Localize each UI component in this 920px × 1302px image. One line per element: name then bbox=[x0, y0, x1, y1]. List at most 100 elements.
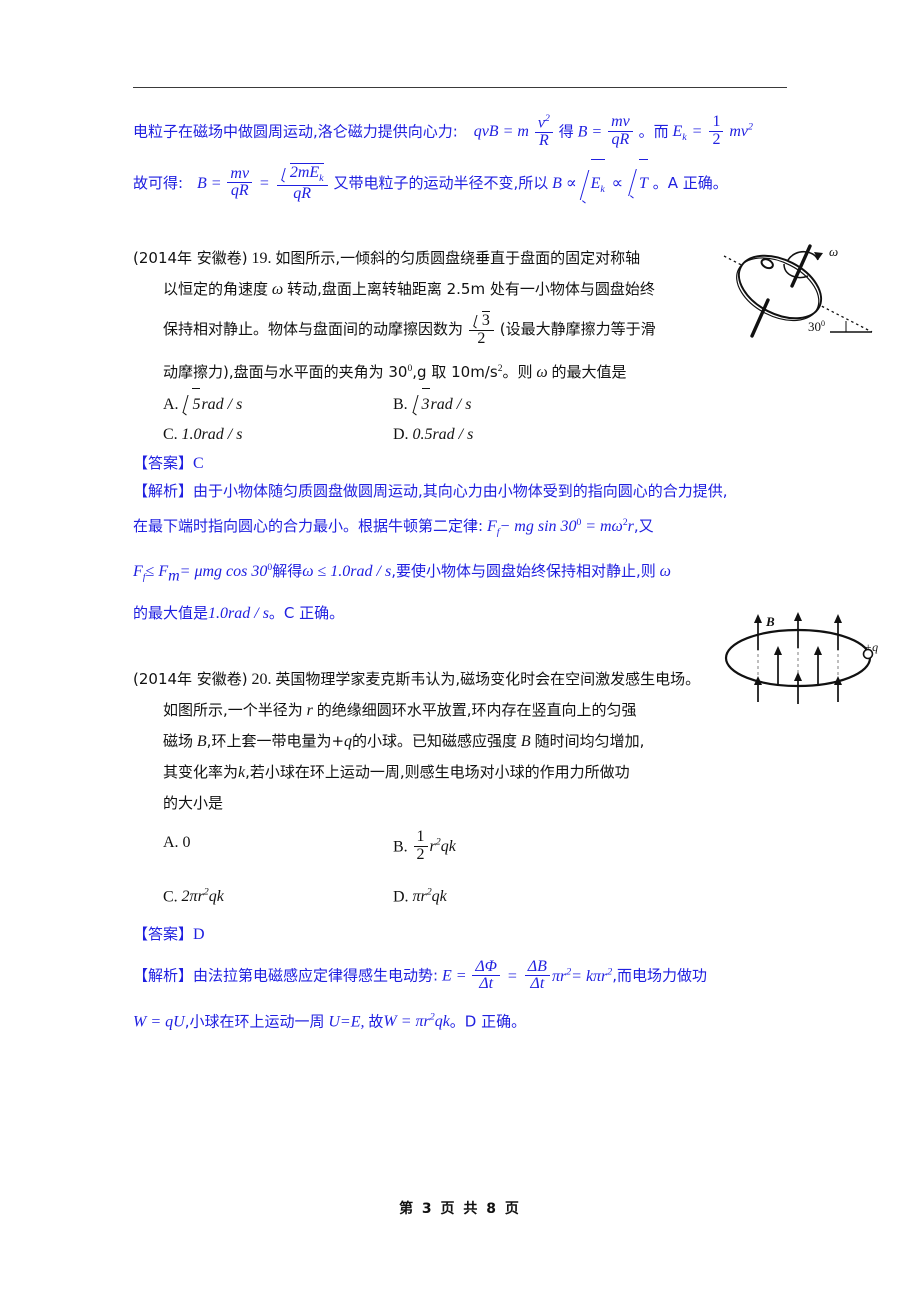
omega-symbol-3: ω bbox=[659, 563, 671, 581]
analysis-text-1: 由于小物体随匀质圆盘做圆周运动,其向心力由小物体受到的指向圆心的合力提供, bbox=[193, 481, 728, 500]
frac-denominator: 2 bbox=[416, 845, 425, 863]
sqrt-T: T bbox=[630, 158, 648, 207]
choice-label: D. bbox=[393, 425, 409, 443]
q20-stem-line-1: (2014年 安徽卷) 20. 英国物理学家麦克斯韦认为,磁场变化时会在空间激发… bbox=[133, 664, 788, 695]
analysis-text-2: 在最下端时指向圆心的合力最小。根据牛顿第二定律: bbox=[133, 517, 484, 536]
sqrt-symbol: 5 bbox=[183, 387, 201, 420]
q20-choice-B[interactable]: B. 1 2 r2qk bbox=[393, 819, 623, 871]
figure-tilted-rotating-disk: ω 300 bbox=[722, 232, 888, 350]
q20-stem-text-2b: 的绝缘细圆环水平放置,环内存在竖直向上的匀强 bbox=[316, 700, 637, 719]
choice-label: B. bbox=[393, 395, 408, 413]
frac-denominator: Δt bbox=[530, 975, 545, 993]
q19-stem-line-1: (2014年 安徽卷) 19. 如图所示,一倾斜的匀质圆盘绕垂直于盘面的固定对称… bbox=[133, 243, 788, 274]
analysis-conclusion: 。D 正确。 bbox=[449, 1011, 527, 1030]
work-result: W = πr2qk bbox=[383, 1011, 450, 1030]
frac-numerator: 2mEk bbox=[276, 163, 328, 186]
analysis-text-3b: ,要使小物体与圆盘始终保持相对静止,则 bbox=[391, 562, 656, 581]
q20-stem-text-3a: 磁场 bbox=[163, 731, 194, 750]
newton-equation-rhs: = mω bbox=[585, 518, 623, 536]
q20-stem-line-4: 其变化率为k,若小球在环上运动一周,则感生电场对小球的作用力所做功 bbox=[133, 757, 788, 788]
charge-label: +q bbox=[864, 640, 878, 654]
equals-sign: = bbox=[692, 123, 702, 141]
document-page: 电粒子在磁场中做圆周运动,洛仑磁力提供向心力: qvB = m v2 R 得 B… bbox=[0, 0, 920, 1302]
angle-label: 300 bbox=[808, 319, 825, 334]
q20-stem-text-3b: ,环上套一带电量为+ bbox=[206, 731, 345, 750]
q19-analysis-line-2: 在最下端时指向圆心的合力最小。根据牛顿第二定律: Ff− mg sin 300 … bbox=[133, 506, 788, 550]
analysis-label: 【解析】 bbox=[133, 481, 194, 500]
charge-symbol: q bbox=[344, 732, 353, 750]
q19-stem-text-1: 如图所示,一倾斜的匀质圆盘绕垂直于盘面的固定对称轴 bbox=[275, 248, 641, 267]
q20-stem-line-5: 的大小是 bbox=[133, 788, 788, 819]
prev-solution-line-1: 电粒子在磁场中做圆周运动,洛仑磁力提供向心力: qvB = m v2 R 得 B… bbox=[133, 108, 788, 159]
q20-stem-text-3c: 的小球。已知磁感应强度 bbox=[352, 731, 518, 750]
prev-solution-line-2: 故可得: B = mv qR = 2mEk qR 又带电粒子的运动半径不变,所以… bbox=[133, 158, 788, 213]
frac-denominator: qR bbox=[230, 182, 249, 200]
choice-label: B. bbox=[393, 837, 408, 855]
magnetic-field-symbol-2: B bbox=[520, 732, 531, 750]
frac-numerator: mv bbox=[227, 165, 253, 184]
q20-choices-row-1: A. 0 B. 1 2 r2qk bbox=[133, 819, 788, 871]
choice-expression: πr2qk bbox=[412, 886, 447, 906]
q19-stem-text-3a: 保持相对静止。物体与盘面间的动摩擦因数为 bbox=[163, 319, 464, 338]
choice-label: C. bbox=[163, 425, 178, 443]
analysis-text-4a: 的最大值是 bbox=[133, 603, 209, 622]
frac-numerator: v2 bbox=[534, 113, 553, 133]
analysis-label: 【解析】 bbox=[133, 966, 194, 985]
max-friction-inequality: ≤ F bbox=[145, 563, 169, 581]
omega-symbol-2: ω bbox=[536, 363, 548, 381]
frac-denominator: qR bbox=[293, 184, 312, 202]
choice-expression: r2qk bbox=[429, 836, 456, 855]
q19-choice-D[interactable]: D. 0.5rad / s bbox=[393, 420, 623, 450]
friction-coefficient-fraction: 3 2 bbox=[468, 310, 494, 348]
answer-value: D bbox=[193, 926, 205, 944]
q19-source: (2014年 安徽卷) bbox=[133, 248, 248, 267]
answer-value: C bbox=[193, 454, 204, 472]
answer-label: 【答案】 bbox=[133, 925, 194, 944]
frac-numerator: 1 bbox=[709, 114, 724, 133]
q20-choice-C[interactable]: C. 2πr2qk bbox=[163, 871, 393, 919]
analysis-text-1: 由法拉第电磁感应定律得感生电动势: bbox=[193, 966, 439, 985]
max-subscript: m bbox=[168, 567, 180, 585]
radius-symbol: r bbox=[306, 701, 313, 719]
frac-denominator: R bbox=[538, 131, 549, 149]
frac-numerator: ΔΦ bbox=[472, 958, 500, 977]
magnetic-field-symbol: B bbox=[196, 732, 207, 750]
choice-value: 0 bbox=[182, 833, 191, 851]
q19-choice-C[interactable]: C. 1.0rad / s bbox=[163, 420, 393, 450]
potential-equals-emf: U=E, bbox=[328, 1012, 365, 1030]
q20-choice-D[interactable]: D. πr2qk bbox=[393, 871, 623, 919]
formula-v2-over-R: v2 R bbox=[534, 113, 553, 150]
q20-stem-text-1: 英国物理学家麦克斯韦认为,磁场变化时会在空间激发感生电场。 bbox=[275, 669, 701, 688]
choice-unit: rad / s bbox=[430, 395, 472, 413]
q20-choice-A[interactable]: A. 0 bbox=[163, 819, 393, 871]
formula-one-half: 1 2 bbox=[709, 114, 724, 149]
emf-result: = kπr2 bbox=[571, 966, 613, 985]
choice-expression: 2πr2qk bbox=[181, 886, 224, 906]
choice-label: A. bbox=[163, 395, 179, 413]
q19-choice-B[interactable]: B. 3rad / s bbox=[393, 387, 623, 420]
choice-unit: rad / s bbox=[432, 425, 474, 443]
analysis-text-1b: ,而电场力做功 bbox=[612, 966, 708, 985]
choice-label: D. bbox=[393, 888, 409, 906]
sqrt-symbol: 3 bbox=[413, 387, 430, 420]
q19-stem-text-3b: (设最大静摩擦力等于滑 bbox=[499, 319, 656, 338]
q19-stem-text-4b: ,g 取 10m/s bbox=[412, 362, 498, 381]
formula-qvb-lhs: qvB = m bbox=[473, 123, 529, 141]
magnetic-field-label: B bbox=[765, 614, 775, 629]
analysis-text-3a: 解得 bbox=[272, 562, 303, 581]
q19-choices-row-2: C. 1.0rad / s D. 0.5rad / s bbox=[133, 420, 788, 450]
frac-denominator: 2 bbox=[712, 131, 721, 149]
choice-unit: rad / s bbox=[201, 425, 243, 443]
equals-sign-2: = bbox=[259, 174, 269, 192]
q19-choice-A[interactable]: A. 5rad / s bbox=[163, 387, 393, 420]
q20-stem-text-3d: 随时间均匀增加, bbox=[534, 731, 645, 750]
max-friction-expression: = μmg cos 30 bbox=[179, 563, 268, 581]
equals-sign: = bbox=[507, 967, 517, 985]
formula-B-equals: B = bbox=[577, 123, 603, 141]
omega-max-value: 1.0rad / s bbox=[208, 604, 269, 622]
q20-stem-line-3: 磁场 B,环上套一带电量为+q的小球。已知磁感应强度 B 随时间均匀增加, bbox=[133, 726, 788, 757]
frac-numerator: 3 bbox=[468, 310, 494, 331]
page-footer: 第 3 页 共 8 页 bbox=[399, 1201, 521, 1217]
q19-stem-text-4a: 动摩擦力),盘面与水平面的夹角为 30 bbox=[163, 362, 408, 381]
q19-stem-text-2b: 转动,盘面上离转轴距离 2.5m 处有一小物体与圆盘始终 bbox=[287, 279, 655, 298]
